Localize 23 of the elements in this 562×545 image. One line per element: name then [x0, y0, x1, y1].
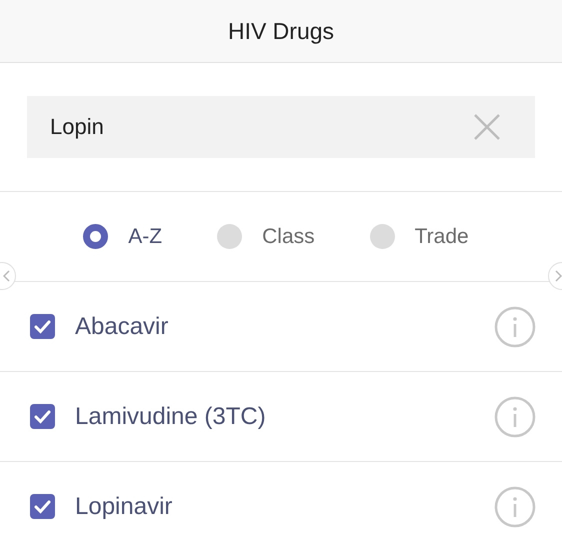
info-icon[interactable] — [494, 306, 536, 348]
check-icon — [34, 500, 51, 514]
drug-name: Lopinavir — [75, 492, 174, 522]
check-icon — [34, 410, 51, 424]
drug-checkbox[interactable] — [30, 404, 55, 429]
info-icon[interactable] — [494, 486, 536, 528]
sort-radio-option[interactable]: Class — [217, 220, 315, 252]
radio-icon — [370, 224, 395, 249]
header-title: HIV Drugs — [228, 16, 334, 46]
info-icon[interactable] — [494, 396, 536, 438]
drug-name: Lamivudine (3TC) — [75, 402, 267, 432]
sort-radio-option[interactable]: A-Z — [83, 220, 162, 252]
radio-icon — [217, 224, 242, 249]
check-icon — [34, 320, 51, 334]
chevron-right-icon — [555, 270, 562, 282]
clear-icon[interactable] — [473, 113, 501, 141]
chevron-left-icon — [3, 270, 10, 282]
drug-checkbox[interactable] — [30, 494, 55, 519]
radio-icon — [83, 224, 108, 249]
drug-checkbox[interactable] — [30, 314, 55, 339]
sort-radio-option[interactable]: Trade — [370, 220, 469, 252]
search-field[interactable]: Lopin — [27, 96, 535, 158]
drug-name: Abacavir — [75, 312, 170, 342]
